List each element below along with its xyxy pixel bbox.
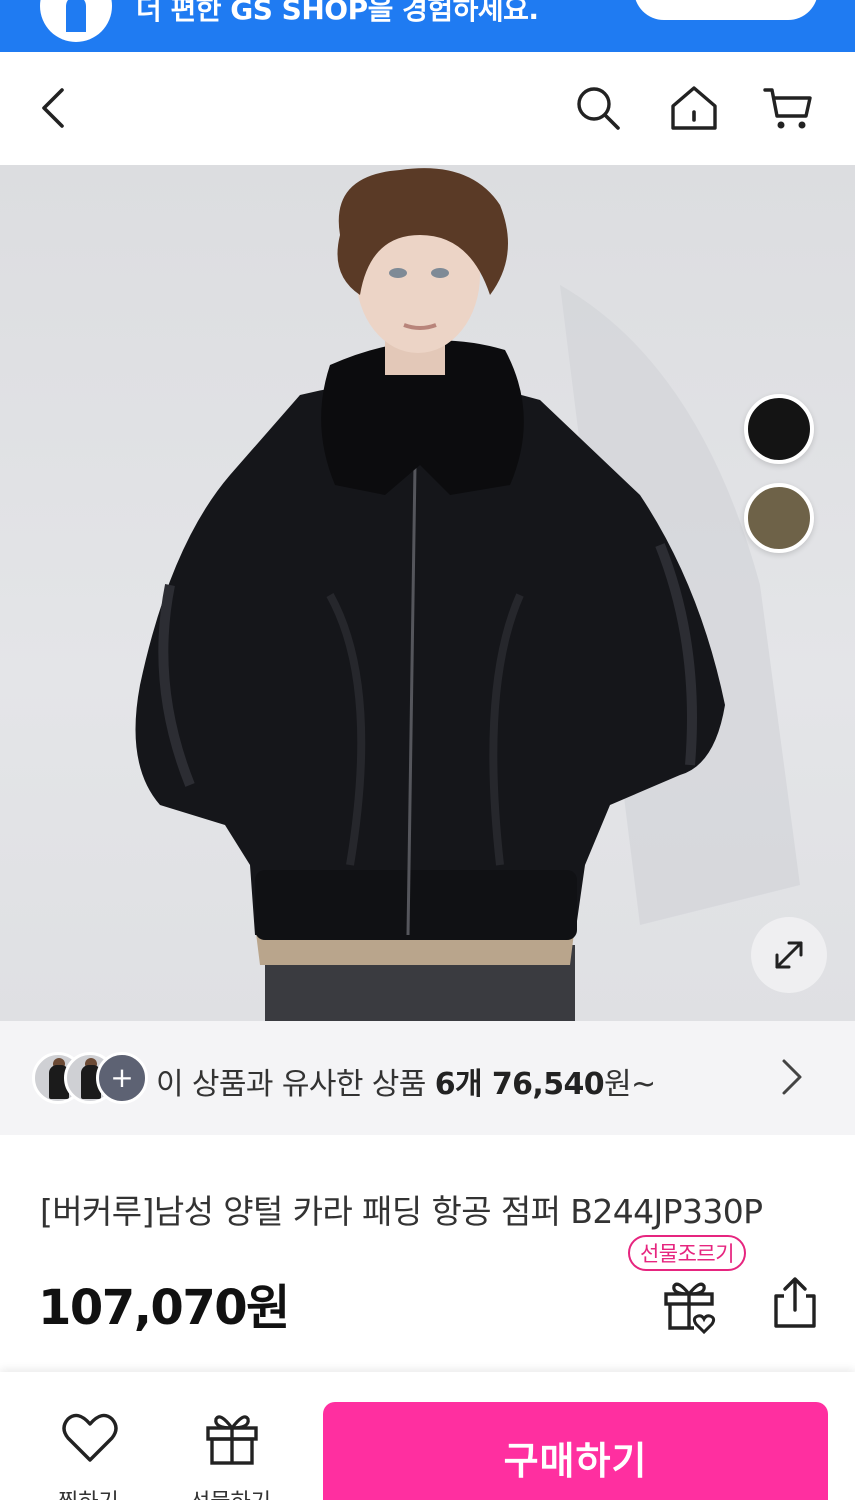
back-button[interactable] (26, 80, 82, 136)
buy-button[interactable]: 구매하기 (323, 1402, 828, 1500)
color-swatch-black[interactable] (744, 394, 814, 464)
gift-icon (206, 1415, 258, 1465)
chevron-left-icon (42, 88, 64, 128)
expand-icon (775, 941, 803, 969)
product-image[interactable] (0, 165, 855, 1021)
color-swatch-olive[interactable] (744, 483, 814, 553)
product-price: 107,070원 (38, 1280, 290, 1336)
gs-shop-logo-icon (40, 0, 112, 42)
gift-request-icon[interactable] (660, 1276, 718, 1334)
banner-open-button[interactable] (634, 0, 818, 20)
gift-label: 선물하기 (190, 1484, 271, 1500)
home-icon (671, 86, 717, 130)
cart-button[interactable] (760, 80, 816, 136)
heart-icon (62, 1413, 118, 1462)
wish-label: 찜하기 (58, 1484, 119, 1500)
product-title: [버커루]남성 양털 카라 패딩 항공 점퍼 B244JP330P (40, 1192, 763, 1231)
similar-products-bar[interactable]: + 이 상품과 유사한 상품 6개 76,540원~ (0, 1021, 855, 1135)
similar-thumbnails: + (32, 1052, 152, 1104)
more-similar-icon: + (96, 1052, 148, 1104)
similar-products-text: 이 상품과 유사한 상품 6개 76,540원~ (156, 1067, 656, 1102)
chevron-right-icon (782, 1059, 802, 1095)
share-icon[interactable] (768, 1276, 822, 1330)
cart-icon (763, 88, 812, 129)
search-icon (577, 87, 620, 130)
search-button[interactable] (570, 80, 626, 136)
banner-text: 더 편한 GS SHOP을 경험하세요. (136, 0, 539, 26)
bottom-action-bar: 찜하기 선물하기 구매하기 (0, 1372, 855, 1500)
gift-request-badge[interactable]: 선물조르기 (628, 1235, 746, 1271)
app-install-banner[interactable]: 더 편한 GS SHOP을 경험하세요. (0, 0, 855, 52)
expand-image-button[interactable] (751, 917, 827, 993)
model-photo (135, 168, 800, 1021)
home-button[interactable] (666, 80, 722, 136)
top-nav (0, 52, 855, 165)
